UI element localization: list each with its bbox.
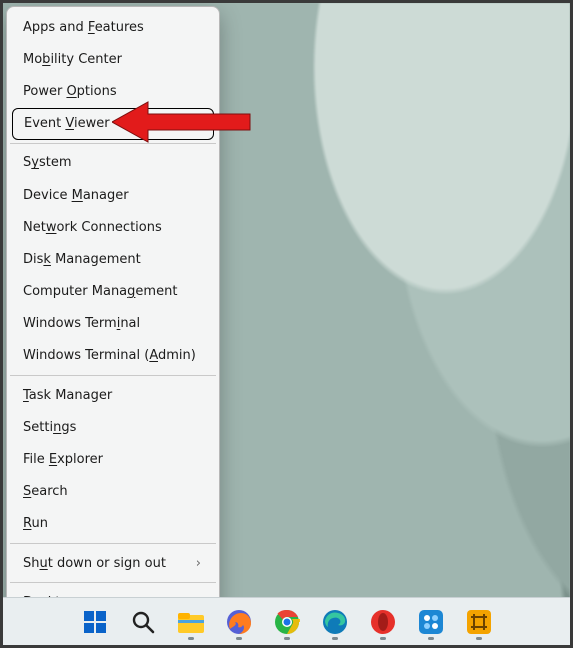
menu-item-label: Windows Terminal (Admin) [23,348,196,363]
menu-item-label: Computer Management [23,284,177,299]
menu-separator [10,143,216,144]
menu-item-power-options[interactable]: Power Options [9,75,217,107]
edge-icon [322,609,348,635]
menu-item-computer-management[interactable]: Computer Management [9,276,217,308]
menu-item-label: Search [23,484,68,499]
taskbar-app-generic-7[interactable] [411,602,451,642]
file-explorer-icon [177,610,205,634]
menu-separator [10,582,216,583]
chevron-right-icon: › [196,556,201,571]
menu-item-search[interactable]: Search [9,476,217,508]
menu-item-device-manager[interactable]: Device Manager [9,179,217,211]
taskbar-chrome[interactable] [267,602,307,642]
menu-item-disk-management[interactable]: Disk Management [9,243,217,275]
menu-item-label: System [23,155,72,170]
menu-item-label: Network Connections [23,220,162,235]
taskbar-app-gold-8[interactable] [459,602,499,642]
menu-separator [10,543,216,544]
taskbar-edge[interactable] [315,602,355,642]
start-icon [82,609,108,635]
taskbar-search[interactable] [123,602,163,642]
menu-item-label: Mobility Center [23,52,122,67]
menu-item-label: Apps and Features [23,20,144,35]
menu-item-label: File Explorer [23,452,103,467]
opera-icon [370,609,396,635]
taskbar-firefox[interactable] [219,602,259,642]
menu-item-label: Disk Management [23,252,141,267]
menu-item-label: Event Viewer [24,116,110,131]
menu-item-label: Shut down or sign out [23,556,166,571]
menu-item-task-manager[interactable]: Task Manager [9,379,217,411]
taskbar-file-explorer[interactable] [171,602,211,642]
menu-separator [10,375,216,376]
menu-item-mobility-center[interactable]: Mobility Center [9,43,217,75]
firefox-icon [226,609,252,635]
menu-item-windows-terminal-admin[interactable]: Windows Terminal (Admin) [9,340,217,372]
menu-item-shut-down-or-sign-out[interactable]: Shut down or sign out › [9,547,217,579]
menu-item-label: Windows Terminal [23,316,140,331]
chrome-icon [274,609,300,635]
app-gold-icon [466,609,492,635]
menu-item-windows-terminal[interactable]: Windows Terminal [9,308,217,340]
app-generic-icon [418,609,444,635]
menu-item-label: Settings [23,420,76,435]
menu-item-apps-and-features[interactable]: Apps and Features [9,11,217,43]
menu-item-system[interactable]: System [9,147,217,179]
menu-item-label: Device Manager [23,188,129,203]
search-icon [130,609,156,635]
winx-context-menu: Apps and Features Mobility Center Power Op… [6,6,220,621]
taskbar-opera[interactable] [363,602,403,642]
taskbar [3,597,570,645]
menu-item-run[interactable]: Run [9,508,217,540]
menu-item-label: Power Options [23,84,117,99]
menu-item-label: Run [23,516,48,531]
menu-item-event-viewer[interactable]: Event Viewer [12,108,214,140]
menu-item-settings[interactable]: Settings [9,411,217,443]
menu-item-label: Task Manager [23,388,112,403]
taskbar-start[interactable] [75,602,115,642]
menu-item-file-explorer[interactable]: File Explorer [9,443,217,475]
menu-item-network-connections[interactable]: Network Connections [9,211,217,243]
